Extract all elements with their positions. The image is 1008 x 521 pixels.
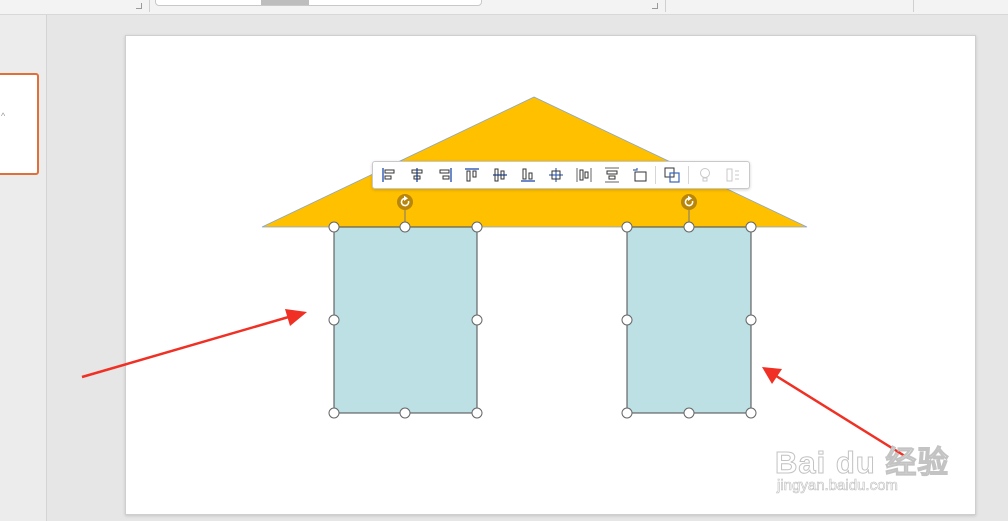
annotation-arrow-left <box>81 309 307 379</box>
left-pillar-rectangle[interactable] <box>333 226 478 414</box>
align-middle-icon[interactable] <box>488 164 512 186</box>
distribute-horizontal-icon[interactable] <box>572 164 596 186</box>
align-bottom-icon[interactable] <box>516 164 540 186</box>
distribute-vertical-icon[interactable] <box>600 164 624 186</box>
toolbar-separator <box>655 166 657 184</box>
rotate-handle-icon[interactable] <box>397 194 413 210</box>
more-options-icon[interactable] <box>721 164 745 186</box>
toolbar-separator <box>688 166 690 184</box>
alignment-floating-toolbar <box>372 161 750 189</box>
align-top-icon[interactable] <box>461 164 485 186</box>
lightbulb-icon[interactable] <box>693 164 717 186</box>
align-center-both-icon[interactable] <box>544 164 568 186</box>
rotate-handle-icon[interactable] <box>681 194 697 210</box>
baidu-jingyan-watermark: Bai du 经验 jingyan.baidu.com <box>774 437 965 497</box>
align-center-icon[interactable] <box>405 164 429 186</box>
watermark-url-text: jingyan.baidu.com <box>777 477 899 495</box>
group-icon[interactable] <box>660 164 684 186</box>
watermark-brand-text: Bai du 经验 <box>774 445 950 481</box>
right-pillar-rectangle[interactable] <box>626 226 752 414</box>
align-right-icon[interactable] <box>433 164 457 186</box>
align-to-slide-icon[interactable] <box>628 164 652 186</box>
align-left-icon[interactable] <box>377 164 401 186</box>
